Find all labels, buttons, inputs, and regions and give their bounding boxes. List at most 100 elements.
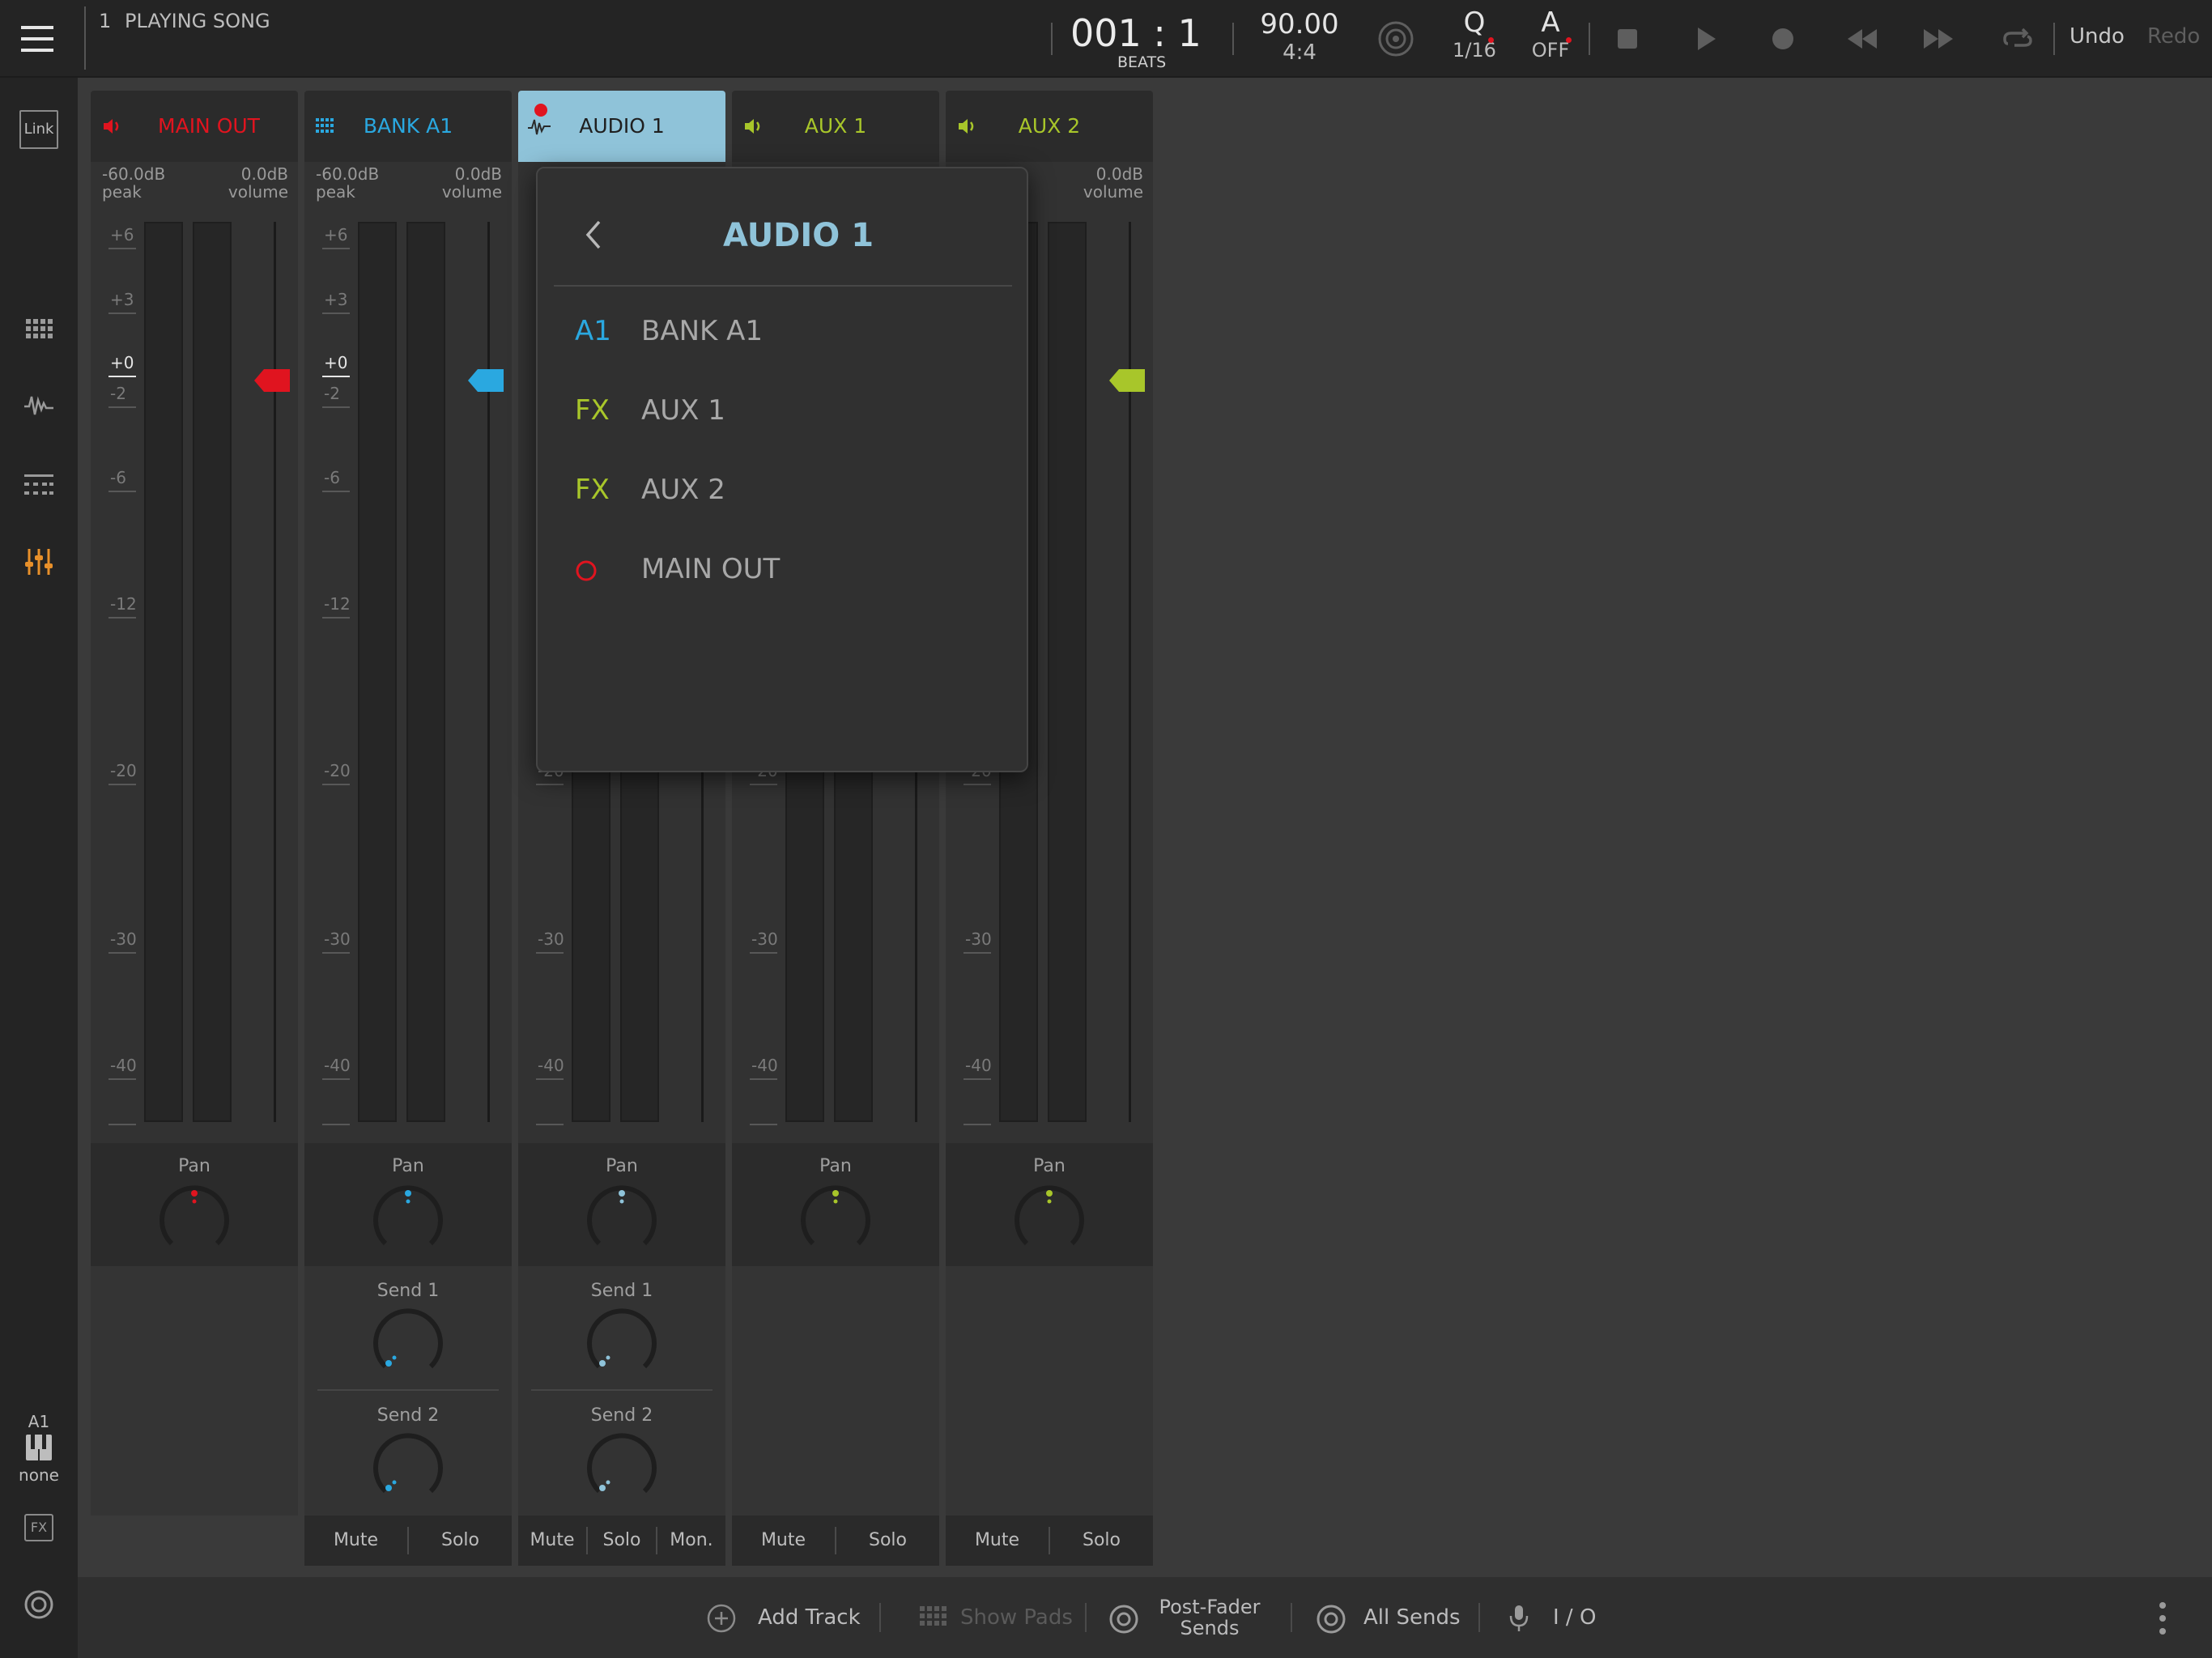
monitor-button[interactable]: Mon. [657,1516,725,1566]
sends-section: Send 1 Send 2 [518,1266,725,1516]
settings-knob-icon[interactable] [23,1588,55,1621]
send-1-label: Send 1 [376,1281,440,1301]
channel-header[interactable]: AUDIO 1 [518,91,725,162]
channel-header[interactable]: AUX 1 [732,91,939,162]
position-display[interactable]: 001 : 1 BEATS [1061,8,1223,73]
more-options-icon[interactable] [2150,1598,2175,1639]
volume-fader-handle[interactable] [466,364,505,397]
pan-knob[interactable] [797,1182,874,1260]
solo-button[interactable]: Solo [1050,1516,1153,1566]
scale-label: -30 [538,929,564,949]
song-selector[interactable]: 1 PLAYING SONG [84,6,327,70]
solo-button[interactable]: Solo [836,1516,939,1566]
all-sends-button[interactable]: All Sends [1315,1577,1501,1658]
send-2-knob[interactable] [369,1430,447,1507]
scale-tick [963,784,991,785]
pan-knob[interactable] [155,1182,233,1260]
send-2-label: Send 2 [590,1405,653,1426]
fast-forward-icon[interactable] [1921,23,1956,55]
send-2-knob[interactable] [583,1430,661,1507]
scale-tick [108,406,136,408]
play-icon[interactable] [1689,23,1721,55]
channel-name: BANK A1 [363,114,453,138]
io-button[interactable]: I / O [1504,1577,1666,1658]
add-track-button[interactable]: Add Track [706,1577,949,1658]
pan-section: Pan [518,1143,725,1266]
quantize-control[interactable]: Q 1/16 [1446,6,1503,71]
mute-solo-row [91,1516,298,1566]
volume-readout: 0.0dB volume [1083,165,1143,201]
routing-option-name: BANK A1 [641,315,764,347]
volume-fader-handle[interactable] [253,364,291,397]
routing-option-prefix: FX [575,394,610,427]
mute-solo-row: Mute Solo [304,1516,512,1566]
mute-solo-row: Mute Solo [732,1516,939,1566]
scale-label: +3 [110,290,134,309]
scale-tick [108,617,136,619]
menu-icon[interactable] [18,19,57,58]
audio-waveform-icon[interactable] [23,390,55,419]
top-bar: 1 PLAYING SONG 001 : 1 BEATS 90.00 4:4 Q… [0,0,2212,78]
scale-tick [963,1078,991,1080]
keyboard-icon[interactable] [24,1433,53,1462]
mute-button[interactable]: Mute [304,1516,407,1566]
sends-section: Send 1 Send 2 [304,1266,512,1516]
automation-control[interactable]: A OFF [1522,6,1579,71]
solo-button[interactable]: Solo [409,1516,512,1566]
mute-solo-row: Mute Solo Mon. [518,1516,725,1566]
quantize-indicator-dot [1488,37,1494,43]
left-sidebar: Link A1 none FX [0,78,78,1658]
sequencer-icon[interactable] [23,470,55,499]
channel-header[interactable]: MAIN OUT [91,91,298,162]
redo-button[interactable]: Redo [2147,24,2200,49]
metronome-icon[interactable] [1376,19,1415,58]
pads-view-icon[interactable] [24,316,53,345]
post-fader-knob-icon [1108,1603,1140,1635]
routing-option[interactable]: A1 BANK A1 [538,291,1027,371]
volume-label: volume [1083,182,1143,202]
routing-option[interactable]: FX AUX 2 [538,450,1027,529]
channel-header[interactable]: AUX 2 [946,91,1153,162]
loop-icon[interactable] [2000,23,2035,55]
solo-button[interactable]: Solo [588,1516,656,1566]
scale-tick [750,952,777,954]
routing-option[interactable]: MAIN OUT [538,529,1027,609]
pan-label: Pan [392,1156,424,1176]
pan-knob[interactable] [583,1182,661,1260]
fx-button[interactable]: FX [24,1514,53,1541]
peak-value: -60.0dB [102,164,166,184]
mute-button[interactable]: Mute [518,1516,586,1566]
send-1-knob[interactable] [369,1305,447,1383]
tempo-value: 90.00 [1260,8,1339,40]
scale-tick [322,491,350,492]
scale-label: -12 [110,594,137,614]
mute-button[interactable]: Mute [732,1516,835,1566]
song-number: 1 [99,10,112,32]
record-icon[interactable] [1767,23,1799,55]
scale-label: +3 [324,290,348,309]
show-pads-button[interactable]: Show Pads [918,1577,1129,1658]
pan-knob[interactable] [1010,1182,1088,1260]
automation-label: A [1541,6,1560,39]
volume-fader-handle[interactable] [1108,364,1146,397]
automation-indicator-dot [1566,37,1572,43]
routing-option-prefix: FX [575,474,610,506]
post-fader-label-line1: Post-Fader [1159,1596,1261,1618]
stop-icon[interactable] [1611,23,1644,55]
pads-grid-icon [918,1603,947,1632]
undo-button[interactable]: Undo [2069,24,2125,49]
routing-option[interactable]: FX AUX 1 [538,371,1027,450]
channel-header[interactable]: BANK A1 [304,91,512,162]
pan-knob[interactable] [369,1182,447,1260]
rewind-icon[interactable] [1844,23,1880,55]
send-1-knob[interactable] [583,1305,661,1383]
mute-button[interactable]: Mute [946,1516,1049,1566]
volume-readout: 0.0dB volume [228,165,288,201]
tempo-display[interactable]: 90.00 4:4 [1247,8,1352,73]
link-button[interactable]: Link [19,110,58,149]
scale-label: -30 [110,929,137,949]
mixer-icon[interactable] [23,546,55,578]
level-meter-left [144,222,183,1122]
post-fader-sends-button[interactable]: Post-Fader Sends [1108,1577,1351,1658]
post-fader-label: Post-Fader Sends [1153,1596,1266,1639]
